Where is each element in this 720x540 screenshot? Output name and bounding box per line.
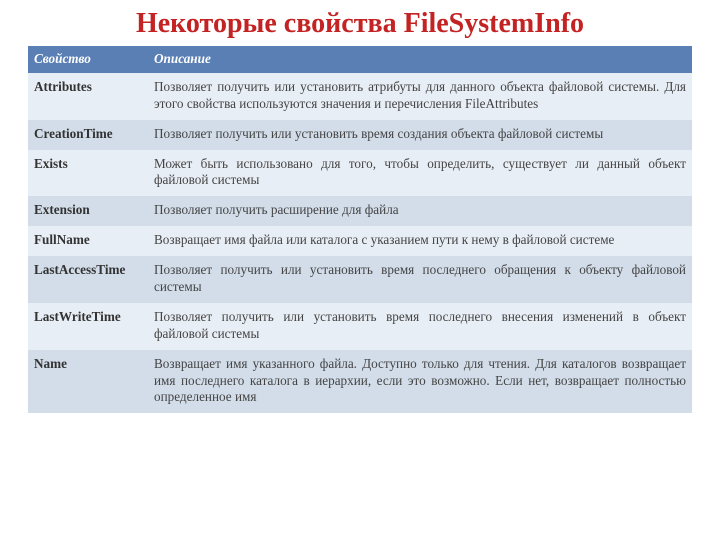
page-title: Некоторые свойства FileSystemInfo	[28, 8, 692, 40]
cell-description: Позволяет получить или установить время …	[148, 256, 692, 303]
table-header-row: Свойство Описание	[28, 46, 692, 73]
slide: Некоторые свойства FileSystemInfo Свойст…	[0, 0, 720, 540]
cell-description: Возвращает имя файла или каталога с указ…	[148, 226, 692, 256]
cell-property: LastAccessTime	[28, 256, 148, 303]
cell-property: FullName	[28, 226, 148, 256]
cell-description: Позволяет получить или установить атрибу…	[148, 73, 692, 120]
table-row: CreationTime Позволяет получить или уста…	[28, 120, 692, 150]
table-row: Attributes Позволяет получить или устано…	[28, 73, 692, 120]
cell-property: Extension	[28, 196, 148, 226]
cell-property: LastWriteTime	[28, 303, 148, 350]
table-row: Exists Может быть использовано для того,…	[28, 150, 692, 197]
table-row: Extension Позволяет получить расширение …	[28, 196, 692, 226]
cell-property: Attributes	[28, 73, 148, 120]
table-row: FullName Возвращает имя файла или катало…	[28, 226, 692, 256]
cell-description: Позволяет получить расширение для файла	[148, 196, 692, 226]
header-description: Описание	[148, 46, 692, 73]
cell-property: CreationTime	[28, 120, 148, 150]
cell-description: Может быть использовано для того, чтобы …	[148, 150, 692, 197]
cell-property: Exists	[28, 150, 148, 197]
cell-description: Позволяет получить или установить время …	[148, 303, 692, 350]
table-row: Name Возвращает имя указанного файла. До…	[28, 350, 692, 414]
properties-table: Свойство Описание Attributes Позволяет п…	[28, 46, 692, 413]
table-row: LastWriteTime Позволяет получить или уст…	[28, 303, 692, 350]
cell-property: Name	[28, 350, 148, 414]
header-property: Свойство	[28, 46, 148, 73]
table-row: LastAccessTime Позволяет получить или ус…	[28, 256, 692, 303]
cell-description: Позволяет получить или установить время …	[148, 120, 692, 150]
cell-description: Возвращает имя указанного файла. Доступн…	[148, 350, 692, 414]
